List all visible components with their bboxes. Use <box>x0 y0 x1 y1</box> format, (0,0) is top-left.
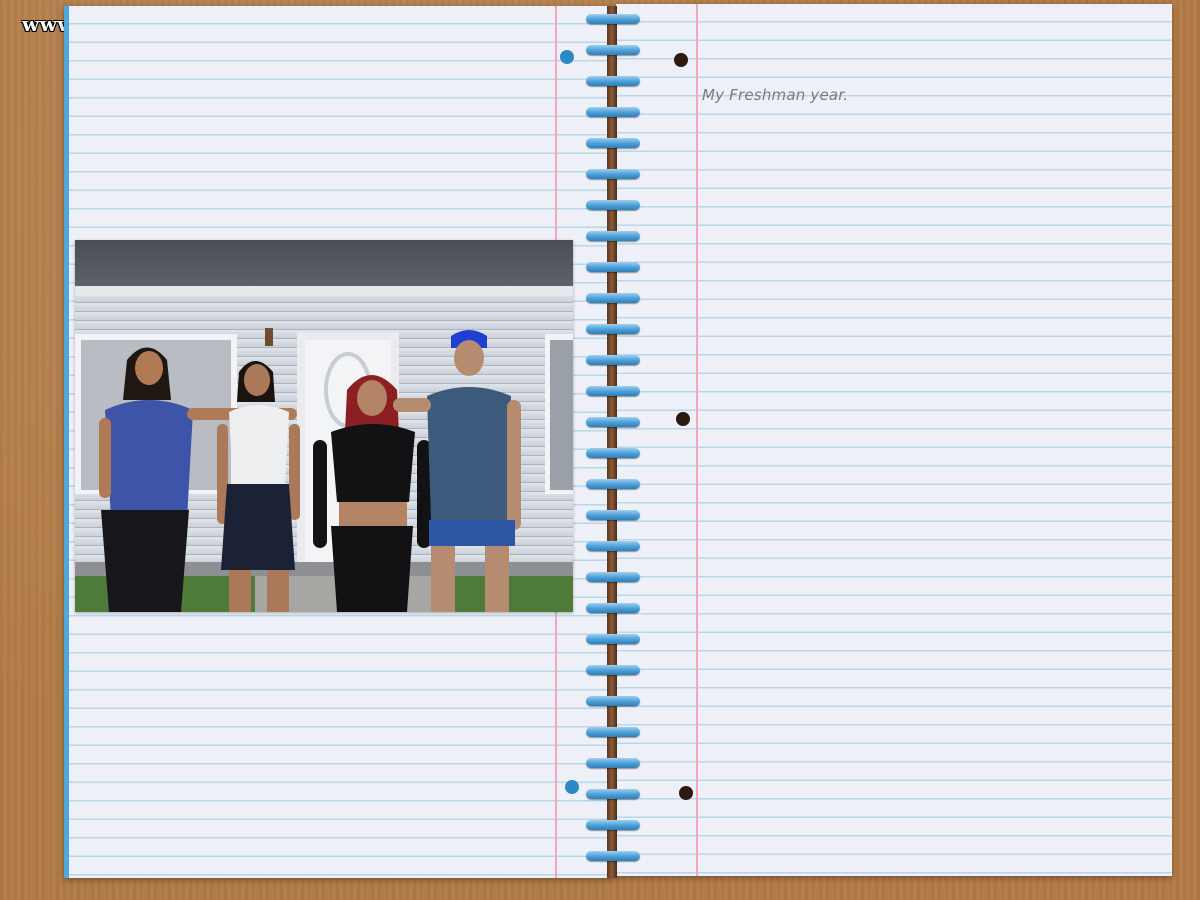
spiral-coil <box>586 200 640 210</box>
spiral-coil <box>586 510 640 520</box>
spiral-coil <box>586 448 640 458</box>
hole-punch-bottom-right <box>679 786 693 800</box>
group-photo-image <box>75 240 573 612</box>
spiral-coil <box>586 634 640 644</box>
spiral-coil <box>586 76 640 86</box>
spiral-coil <box>586 169 640 179</box>
spiral-coil <box>586 138 640 148</box>
house-roof <box>75 240 573 288</box>
spiral-coil <box>586 293 640 303</box>
hole-punch-bottom-left <box>565 780 579 794</box>
spiral-coil <box>586 789 640 799</box>
right-margin-line <box>696 4 698 876</box>
spiral-coil <box>586 479 640 489</box>
spiral-binding <box>586 14 644 864</box>
spiral-coil <box>586 231 640 241</box>
spiral-coil <box>586 603 640 613</box>
spiral-coil <box>586 324 640 334</box>
spiral-coil <box>586 14 640 24</box>
porch-light <box>265 328 273 346</box>
roof-fascia <box>75 286 573 296</box>
spiral-coil <box>586 758 640 768</box>
spiral-coil <box>586 386 640 396</box>
spiral-coil <box>586 541 640 551</box>
spiral-coil <box>586 851 640 861</box>
notebook-right-page <box>616 4 1172 876</box>
hole-punch-top-right <box>674 53 688 67</box>
right-window-glass <box>550 340 573 490</box>
hole-punch-middle-right <box>676 412 690 426</box>
spiral-coil <box>586 45 640 55</box>
spiral-coil <box>586 820 640 830</box>
spiral-coil <box>586 727 640 737</box>
spiral-coil <box>586 107 640 117</box>
journal-note-text: My Freshman year. <box>702 86 849 104</box>
spiral-coil <box>586 417 640 427</box>
spiral-coil <box>586 572 640 582</box>
spiral-coil <box>586 696 640 706</box>
spiral-coil <box>586 262 640 272</box>
hole-punch-top-left <box>560 50 574 64</box>
spiral-coil <box>586 355 640 365</box>
group-photo[interactable] <box>75 240 573 612</box>
spiral-coil <box>586 665 640 675</box>
